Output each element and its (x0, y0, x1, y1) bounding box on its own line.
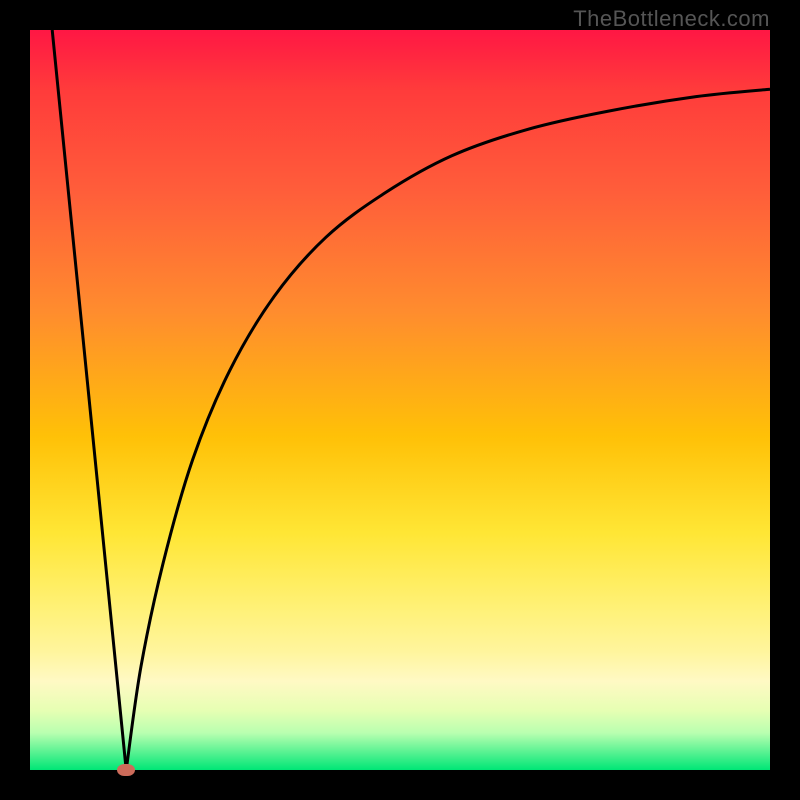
chart-frame: TheBottleneck.com (0, 0, 800, 800)
curve-right-branch (126, 89, 770, 770)
optimal-point-marker (117, 764, 135, 776)
bottleneck-curve (30, 30, 770, 770)
curve-left-branch (52, 30, 126, 770)
plot-area (30, 30, 770, 770)
watermark-text: TheBottleneck.com (573, 6, 770, 32)
